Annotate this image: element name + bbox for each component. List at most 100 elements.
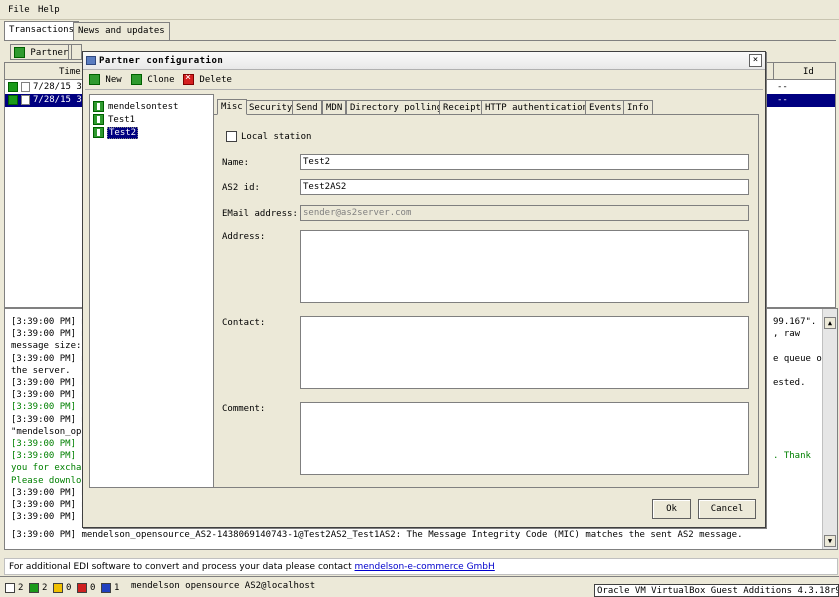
close-icon[interactable]: × [749, 54, 762, 67]
log-line: [3:39:00 PM] m [11, 378, 87, 388]
log-line-tail: e queue of [773, 353, 828, 364]
status-count: 1 [114, 583, 120, 593]
menu-help[interactable]: Help [38, 5, 60, 15]
address-textarea[interactable] [300, 230, 749, 303]
tab-send[interactable]: Send [292, 100, 322, 115]
delete-button[interactable]: Delete [183, 72, 232, 85]
tab-security[interactable]: Security [245, 100, 297, 115]
tab-mdn[interactable]: MDN [322, 100, 347, 115]
cancel-button[interactable]: Cancel [698, 499, 756, 519]
status-count-icon [29, 583, 39, 593]
log-line: [3:39:00 PM] m [11, 451, 87, 462]
name-label: Name: [222, 158, 250, 168]
scroll-down-icon[interactable]: ▼ [824, 535, 836, 547]
tab-directory-polling[interactable]: Directory polling [346, 100, 447, 115]
dialog-title-bar[interactable]: Partner configuration × [83, 52, 765, 70]
address-label: Address: [222, 232, 266, 242]
status-count-icon [5, 583, 15, 593]
email-input[interactable]: sender@as2server.com [300, 205, 749, 221]
scroll-up-icon[interactable]: ▲ [824, 317, 836, 329]
status-user: mendelson opensource AS2@localhost [131, 581, 316, 591]
main-tab-strip: Transactions News and updates [0, 20, 839, 40]
log-line: [3:39:00 PM] m [11, 390, 87, 401]
row-id: -- [777, 82, 788, 92]
tab-transactions[interactable]: Transactions [4, 21, 80, 40]
log-line: the server. [11, 365, 71, 376]
row-time: 7/28/15 3 [33, 95, 82, 105]
menu-bar: File Help [0, 0, 839, 20]
delete-icon [183, 72, 194, 85]
contact-textarea[interactable] [300, 316, 749, 389]
log-line-tail: 99.167". [773, 317, 817, 327]
status-count: 0 [66, 583, 72, 593]
new-partner-icon [89, 74, 100, 85]
document-icon [21, 95, 30, 105]
row-time: 7/28/15 3 [33, 82, 82, 92]
status-bar: 2 2 0 0 1 mendelson opensource AS2@localhost… [0, 576, 839, 597]
status-count: 0 [90, 583, 96, 593]
partner-button[interactable]: Partner [10, 44, 73, 60]
as2-id-input[interactable]: Test2AS2 [300, 179, 749, 195]
log-scrollbar[interactable]: ▲ ▼ [822, 309, 837, 549]
status-count-icon [53, 583, 63, 593]
vendor-link[interactable]: mendelson-e-commerce GmbH [355, 562, 495, 572]
email-label: EMail address: [222, 209, 298, 219]
contact-label: Contact: [222, 318, 266, 328]
local-station-icon [93, 114, 104, 125]
tab-info[interactable]: Info [623, 100, 653, 115]
partner-icon [93, 101, 104, 112]
log-line: Please downloa [11, 475, 87, 486]
log-line: [3:39:00 PM] m [11, 512, 87, 523]
partner-configuration-dialog: Partner configuration × New Clone Delete… [82, 51, 766, 528]
log-line-tail: , raw [773, 329, 801, 340]
log-line: [3:39:00 PM] m [11, 402, 87, 413]
status-count-icon [77, 583, 87, 593]
status-count: 2 [18, 583, 24, 593]
comment-textarea[interactable] [300, 402, 749, 475]
local-station-label: Local station [241, 132, 312, 142]
clone-icon [131, 74, 142, 85]
window-icon [86, 56, 96, 65]
log-line: [3:39:00 PM] m [11, 500, 87, 510]
log-line-tail: . Thank [773, 451, 811, 462]
tab-receipt[interactable]: Receipt [439, 100, 485, 115]
misc-panel: Local station Name: Test2 AS2 id: Test2A… [213, 114, 759, 488]
log-line: "mendelson_ope [11, 426, 87, 437]
tab-events[interactable]: Events [585, 100, 626, 115]
log-line-tail: ested. [773, 378, 806, 388]
as2-id-label: AS2 id: [222, 183, 260, 193]
info-bar: For additional EDI software to convert a… [4, 558, 838, 575]
partner-list: mendelsontest Test1 Test2 [89, 94, 214, 488]
dialog-title: Partner configuration [99, 56, 224, 66]
status-ok-icon [8, 82, 18, 92]
log-line: you for exchan [11, 463, 87, 474]
tab-misc[interactable]: Misc [217, 99, 247, 115]
info-text: For additional EDI software to convert a… [9, 562, 355, 572]
tab-http-authentication[interactable]: HTTP authentication [481, 100, 592, 115]
log-line: [3:39:00 PM] m [11, 487, 87, 498]
status-ok-icon [8, 95, 18, 105]
log-line: [3:39:00 PM] m [11, 414, 87, 425]
toolbar-button[interactable] [68, 44, 82, 60]
log-line: [3:39:00 PM] m [11, 329, 87, 340]
log-line: [3:39:00 PM] m [11, 353, 87, 364]
log-line: [3:39:00 PM] m [11, 317, 87, 327]
partner-icon [14, 47, 25, 58]
ok-button[interactable]: Ok [652, 499, 691, 519]
status-count-icon [101, 583, 111, 593]
local-station-checkbox[interactable] [226, 131, 237, 142]
log-line: [3:39:00 PM] m [11, 439, 87, 449]
menu-file[interactable]: File [8, 5, 30, 15]
clone-button[interactable]: Clone [131, 74, 175, 85]
tab-news-and-updates[interactable]: News and updates [73, 22, 170, 40]
status-count: 2 [42, 583, 48, 593]
new-button[interactable]: New [89, 74, 122, 85]
column-time[interactable]: Time [59, 67, 81, 77]
column-id[interactable]: Id [803, 67, 814, 77]
name-input[interactable]: Test2 [300, 154, 749, 170]
row-id: -- [777, 95, 788, 105]
log-line: message size: [11, 341, 82, 352]
partner-icon [93, 127, 104, 138]
log-last-line: [3:39:00 PM] mendelson_opensource_AS2-14… [11, 530, 743, 540]
vbox-notice: Oracle VM VirtualBox Guest Additions 4.3… [594, 584, 839, 597]
